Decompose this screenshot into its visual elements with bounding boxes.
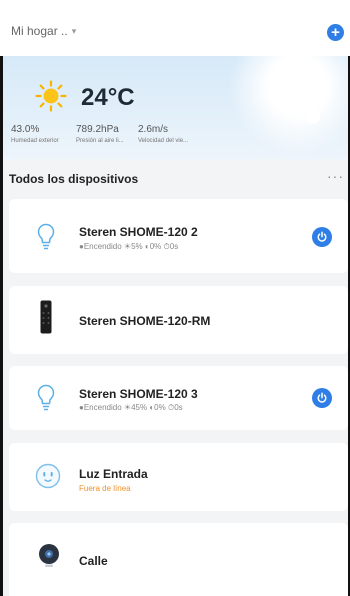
power-button[interactable]: [312, 227, 332, 247]
camera-icon: [39, 544, 59, 567]
device-timer: 0s: [169, 242, 179, 251]
add-device-button[interactable]: +: [327, 24, 344, 41]
device-status: ●Encendido ☀45% ◐0% ⏱0s: [79, 403, 183, 413]
wind-label: Velocidad del vie...: [138, 138, 189, 144]
power-icon: [317, 231, 327, 242]
sky-dot: [306, 110, 320, 124]
device-status: ●Encendido ☀5% ◐0% ⏱0s: [79, 242, 178, 252]
pressure-value: 789.2hPa: [76, 124, 119, 135]
device-brightness: 45%: [131, 403, 148, 412]
bulb-icon: [37, 223, 55, 250]
sky-dot: [300, 98, 304, 102]
humidity-label: Humedad exterior: [11, 138, 59, 144]
top-bar: Mi hogar .. ▾ +: [0, 0, 350, 56]
device-name: Steren SHOME-120-RM: [79, 314, 211, 328]
pressure-label: Presión al aire li...: [76, 138, 124, 144]
bulb-icon: [37, 384, 55, 411]
device-brightness: 5%: [131, 242, 143, 251]
home-label: Mi hogar ..: [11, 24, 68, 38]
device-name: Steren SHOME-120 3: [79, 387, 198, 401]
temperature-value: 24°C: [81, 84, 135, 111]
device-name: Calle: [79, 554, 108, 568]
device-card-luz-entrada[interactable]: Luz Entrada Fuera de línea: [9, 443, 348, 511]
sun-icon: [35, 80, 67, 112]
brightness-icon: ☀: [123, 403, 132, 412]
device-name: Steren SHOME-120 2: [79, 225, 198, 239]
weather-panel[interactable]: 24°C 43.0% Humedad exterior 789.2hPa Pre…: [3, 56, 348, 160]
device-card-steren-shome-120-3[interactable]: Steren SHOME-120 3 ●Encendido ☀45% ◐0% ⏱…: [9, 366, 348, 430]
brightness-icon: ☀: [123, 242, 132, 251]
plug-icon: [35, 463, 61, 489]
power-icon: [317, 392, 327, 403]
device-state: Encendido: [83, 242, 122, 251]
section-title: Todos los dispositivos: [9, 172, 139, 186]
remote-icon: [40, 300, 52, 334]
chevron-down-icon: ▾: [71, 25, 77, 36]
device-state: Encendido: [83, 403, 122, 412]
device-card-steren-shome-120-2[interactable]: Steren SHOME-120 2 ●Encendido ☀5% ◐0% ⏱0…: [9, 199, 348, 273]
sky-glow: [228, 56, 348, 156]
humidity-value: 43.0%: [11, 124, 40, 135]
device-color-temp: 0%: [149, 242, 162, 251]
wind-value: 2.6m/s: [138, 124, 169, 135]
device-name: Luz Entrada: [79, 467, 148, 481]
plus-icon: +: [331, 24, 340, 41]
device-card-steren-shome-120-rm[interactable]: Steren SHOME-120-RM: [9, 286, 348, 354]
home-selector[interactable]: Mi hogar .. ▾: [11, 24, 76, 38]
device-card-calle[interactable]: Calle: [9, 523, 348, 596]
device-timer: 0s: [174, 403, 183, 412]
more-options-icon[interactable]: ···: [327, 168, 344, 184]
device-status-offline: Fuera de línea: [79, 484, 131, 493]
device-color-temp: 0%: [154, 403, 166, 412]
power-button[interactable]: [312, 388, 332, 408]
